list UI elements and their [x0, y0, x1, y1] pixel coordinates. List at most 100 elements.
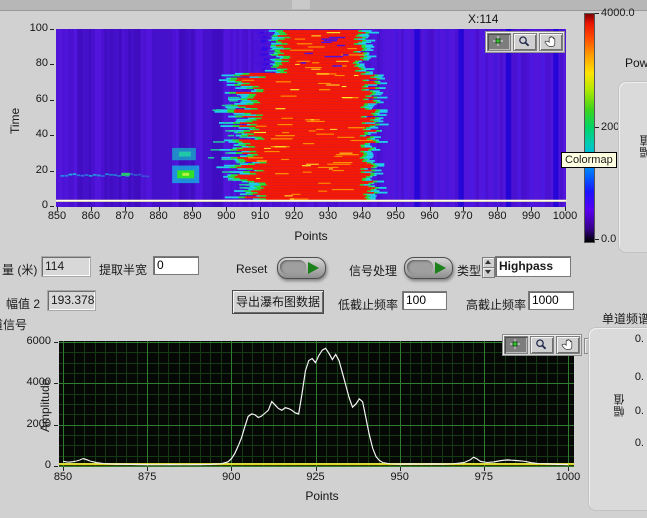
waterfall-y-tickmark — [50, 100, 54, 101]
waterfall-x-axis-title: Points — [288, 229, 334, 243]
colormap-tickmark — [595, 239, 599, 240]
colormap-tick-label: 0.0 — [601, 233, 616, 245]
waveform-x-tick: 875 — [130, 471, 164, 483]
export-waterfall-data-button[interactable]: 导出瀑布图数据 — [232, 290, 324, 314]
waterfall-x-tick: 890 — [176, 210, 208, 222]
colormap-tooltip: Colormap — [561, 152, 617, 168]
toggle-well — [407, 260, 433, 274]
waterfall-x-tick: 870 — [109, 210, 141, 222]
waveform-y-tickmark — [54, 425, 58, 426]
waterfall-x-tick: 950 — [380, 210, 412, 222]
position-indicator: 114 — [41, 256, 91, 277]
waveform-y-tick: 4000 — [18, 376, 51, 388]
power-panel-y-axis-title: 幅值 — [638, 134, 647, 158]
waterfall-x-tickmark — [396, 207, 397, 211]
cursor-tool-button[interactable] — [504, 336, 528, 354]
zoom-tool-button[interactable] — [530, 336, 554, 354]
waterfall-y-tickmark — [50, 206, 54, 207]
waterfall-x-tickmark — [226, 207, 227, 211]
pan-tool-button[interactable] — [556, 336, 580, 354]
app-window: X:114 Time 100806040200 8508608708808909… — [0, 0, 647, 518]
waveform-x-tickmark — [63, 467, 64, 471]
low-cutoff-label: 低截止频率 — [338, 296, 398, 313]
cursor-tool-button[interactable] — [487, 33, 511, 51]
waveform-y-tick: 0 — [18, 459, 51, 471]
waterfall-x-tickmark — [91, 207, 92, 211]
waterfall-y-tick: 80 — [18, 57, 48, 69]
spinner-down-button[interactable] — [482, 267, 495, 278]
spectrum-y-tick: 0. — [626, 371, 644, 383]
waterfall-y-tickmark — [50, 29, 54, 30]
colormap-tickmark — [595, 127, 599, 128]
waveform-x-tick: 850 — [46, 471, 80, 483]
spectrum-panel-y-axis-title: 幅值 — [612, 393, 628, 417]
waveform-y-tickmark — [54, 466, 58, 467]
waterfall-y-tickmark — [50, 64, 54, 65]
waveform-x-tickmark — [568, 467, 569, 471]
waterfall-y-tickmark — [50, 135, 54, 136]
waterfall-x-tickmark — [531, 207, 532, 211]
half-width-input[interactable] — [153, 256, 199, 275]
spectrum-panel-title: 单道频谱 — [602, 310, 647, 327]
reset-toggle[interactable] — [277, 257, 326, 279]
toggle-arrow-icon — [435, 262, 446, 274]
waterfall-x-tick: 940 — [346, 210, 378, 222]
waveform-y-tickmark — [54, 383, 58, 384]
amplitude2-indicator: 193.378 — [47, 290, 96, 311]
waterfall-x-tick: 860 — [75, 210, 107, 222]
amplitude2-label: 幅值 2 — [6, 295, 40, 312]
waterfall-x-tick: 980 — [481, 210, 513, 222]
waterfall-x-tickmark — [430, 207, 431, 211]
waveform-x-tick: 900 — [214, 471, 248, 483]
waterfall-x-tickmark — [125, 207, 126, 211]
signal-section-label: 道信号 — [0, 316, 27, 333]
waterfall-y-tick: 20 — [18, 164, 48, 176]
waterfall-x-tick: 960 — [414, 210, 446, 222]
waterfall-x-tick: 850 — [41, 210, 73, 222]
waveform-x-tickmark — [231, 467, 232, 471]
colormap-tickmark — [595, 13, 599, 14]
signal-processing-toggle[interactable] — [404, 257, 453, 279]
waterfall-x-tick: 910 — [244, 210, 276, 222]
low-cutoff-input[interactable] — [402, 291, 447, 310]
signal-processing-label: 信号处理 — [349, 262, 397, 279]
waterfall-x-tick: 990 — [515, 210, 547, 222]
waterfall-y-tickmark — [50, 171, 54, 172]
waterfall-plot[interactable] — [56, 29, 566, 207]
waterfall-x-tick: 970 — [447, 210, 479, 222]
high-cutoff-input[interactable] — [528, 291, 574, 310]
waterfall-x-tickmark — [362, 207, 363, 211]
triangle-up-icon — [485, 260, 491, 264]
waveform-x-tickmark — [147, 467, 148, 471]
waterfall-x-tickmark — [463, 207, 464, 211]
waterfall-x-tick: 1000 — [549, 210, 581, 222]
waterfall-x-tick: 900 — [210, 210, 242, 222]
waterfall-x-tickmark — [497, 207, 498, 211]
pan-tool-button[interactable] — [539, 33, 563, 51]
waterfall-x-tickmark — [159, 207, 160, 211]
waveform-y-tickmark — [54, 342, 58, 343]
waveform-plot[interactable] — [59, 341, 574, 467]
power-panel — [618, 81, 647, 253]
spectrum-panel — [588, 327, 647, 511]
waveform-y-tick: 2000 — [18, 418, 51, 430]
waterfall-x-tickmark — [260, 207, 261, 211]
waveform-graph-palette — [502, 334, 582, 356]
toggle-arrow-icon — [308, 262, 319, 274]
waveform-x-tickmark — [400, 467, 401, 471]
waterfall-y-tick: 100 — [18, 22, 48, 34]
waterfall-x-tickmark — [565, 207, 566, 211]
filter-type-label: 类型 — [457, 262, 481, 279]
zoom-tool-button[interactable] — [513, 33, 537, 51]
waveform-x-tick: 950 — [383, 471, 417, 483]
half-width-label: 提取半宽 — [99, 261, 147, 278]
waterfall-x-tickmark — [294, 207, 295, 211]
reset-label: Reset — [236, 262, 267, 276]
waterfall-y-tick: 60 — [18, 93, 48, 105]
waterfall-x-tickmark — [192, 207, 193, 211]
waveform-x-tickmark — [316, 467, 317, 471]
colormap-scale — [584, 13, 595, 243]
spectrum-y-tick: 0. — [626, 333, 644, 345]
triangle-down-icon — [485, 270, 491, 274]
filter-type-combo[interactable]: Highpass — [495, 256, 571, 277]
